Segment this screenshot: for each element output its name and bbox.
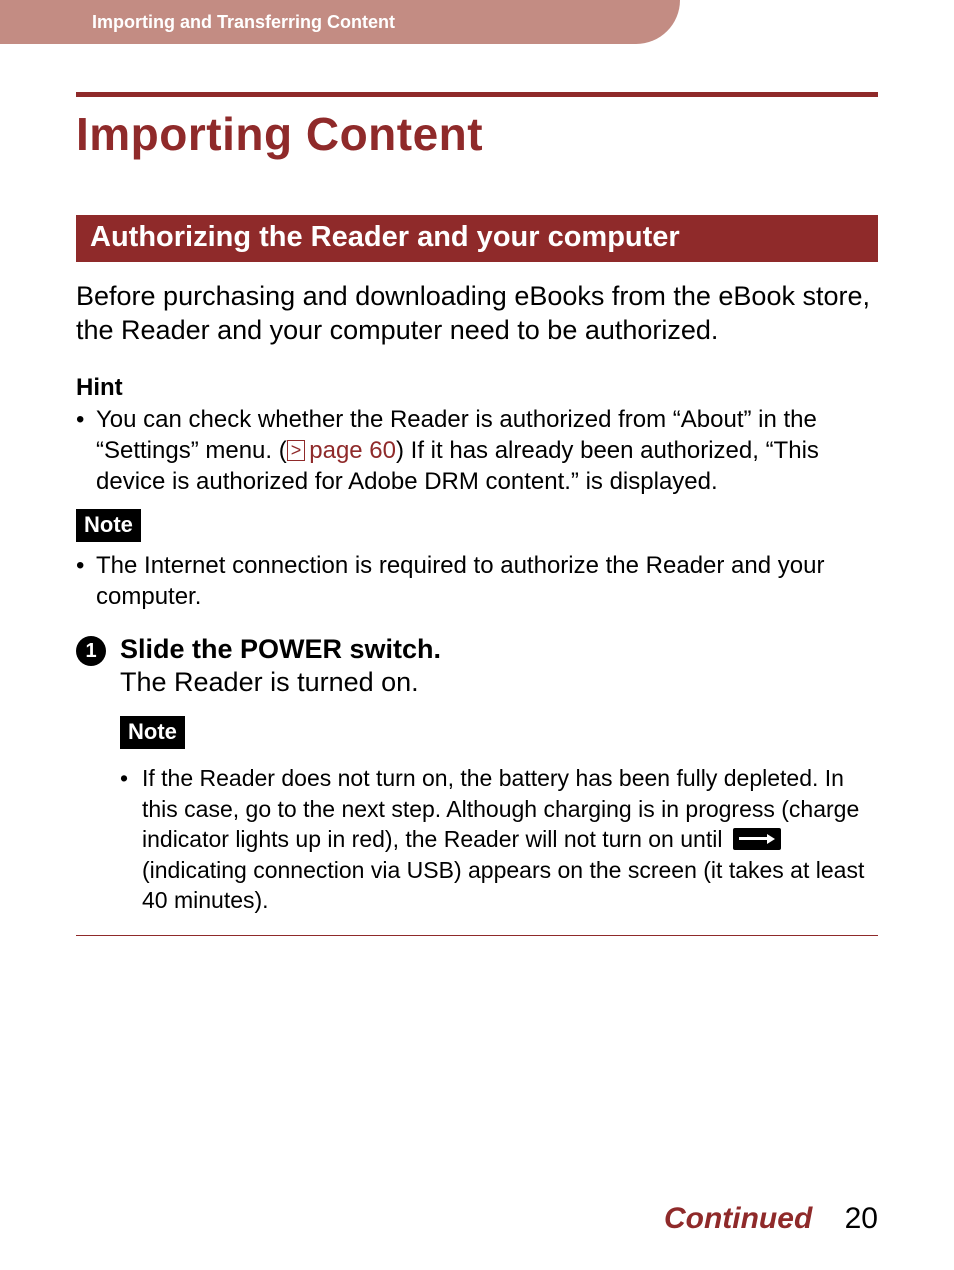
step-1: 1 Slide the POWER switch. The Reader is … [76,634,878,915]
note-badge: Note [120,716,185,749]
bullet-icon: • [76,404,96,498]
step-desc: The Reader is turned on. [120,667,878,698]
step-note-block: Note • If the Reader does not turn on, t… [120,716,878,915]
hint-text: You can check whether the Reader is auth… [96,404,878,498]
page-title: Importing Content [76,107,878,161]
note-badge: Note [76,509,141,542]
section-heading: Authorizing the Reader and your computer [76,215,878,262]
step-note-post: (indicating connection via USB) appears … [142,857,864,913]
hint-label: Hint [76,374,878,402]
step-number-badge: 1 [76,636,106,666]
step-note-text: If the Reader does not turn on, the batt… [142,763,878,915]
page-number: 20 [845,1202,878,1235]
page-ref-icon[interactable]: > [287,440,306,461]
bullet-icon: • [76,550,96,612]
continued-label: Continued [664,1202,812,1235]
breadcrumb-text: Importing and Transferring Content [92,12,395,32]
hint-bullet: • You can check whether the Reader is au… [76,404,878,498]
breadcrumb-tab: Importing and Transferring Content [0,0,680,44]
step-note-bullet: • If the Reader does not turn on, the ba… [120,763,878,915]
bullet-icon: • [120,763,142,915]
section-rule [76,935,878,936]
step-title: Slide the POWER switch. [120,634,878,665]
section-intro: Before purchasing and downloading eBooks… [76,280,878,348]
page-content: Importing Content Authorizing the Reader… [0,0,954,936]
usb-icon [733,828,781,850]
page-ref-link[interactable]: page 60 [309,437,396,464]
page-footer: Continued 20 [664,1202,878,1236]
step-body: Slide the POWER switch. The Reader is tu… [120,634,878,915]
note-bullet: • The Internet connection is required to… [76,550,878,612]
title-rule [76,92,878,97]
note-text: The Internet connection is required to a… [96,550,878,612]
